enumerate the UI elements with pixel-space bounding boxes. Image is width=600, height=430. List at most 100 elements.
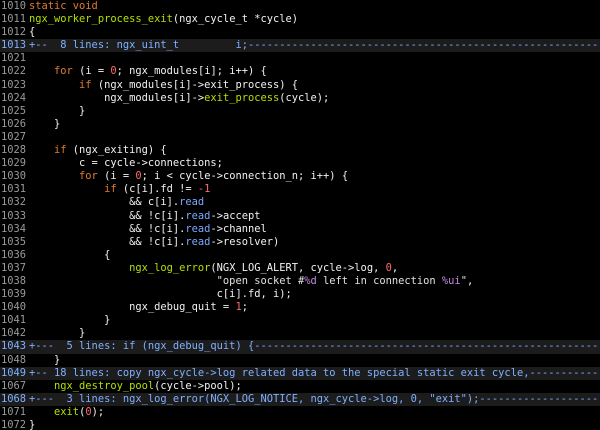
code-token: if (79, 78, 92, 91)
code-line[interactable]: 1025 } (0, 105, 600, 118)
line-number: 1021 (1, 52, 27, 65)
code-editor[interactable]: 1010 static void 1011 ngx_worker_process_ex… (0, 0, 600, 430)
code-text: { (26, 249, 110, 262)
code-line[interactable]: 1027 (0, 131, 600, 144)
line-number: 1011 (1, 13, 27, 26)
code-text: +-- 18 lines: copy ngx_cycle->log relate… (26, 367, 600, 380)
code-token: +--- 3 lines: ngx_log_error(NGX_LOG_NOTI… (29, 392, 600, 405)
line-number: 1042 (1, 327, 27, 340)
code-token: ngx_debug_quit = (29, 301, 236, 314)
folded-code-line[interactable]: 1043 +--- 5 lines: if (ngx_debug_quit) {-… (0, 340, 600, 354)
folded-code-line[interactable]: 1049 +-- 18 lines: copy ngx_cycle->log re… (0, 366, 600, 380)
code-text: ngx_modules[i]->exit_process(cycle); (26, 92, 329, 105)
code-line[interactable]: 1012{ (0, 26, 600, 39)
code-line[interactable]: 1010 static void (0, 0, 600, 13)
line-number: 1072 (1, 419, 27, 430)
code-line[interactable]: 1041 } (0, 314, 600, 327)
code-text: } (26, 327, 85, 340)
code-text: ngx_worker_process_exit(ngx_cycle_t *cyc… (26, 13, 298, 26)
code-line[interactable]: 1036 { (0, 249, 600, 262)
line-number: 1048 (1, 353, 27, 366)
code-line[interactable]: 1071 exit(0); (0, 406, 600, 419)
line-number: 1012 (1, 26, 27, 39)
folded-code-line[interactable]: 1068 +--- 3 lines: ngx_log_error(NGX_LOG_… (0, 392, 600, 406)
code-token: (i = (97, 170, 136, 183)
code-token: (ngx_modules[i]->exit_process) { (91, 78, 299, 91)
code-token: exit_process (204, 91, 280, 104)
code-token: ->accept (210, 209, 261, 222)
code-text: static void (26, 0, 98, 13)
code-token: , (391, 261, 399, 274)
code-token: ; ngx_modules[i]; i++) { (116, 65, 267, 78)
code-token: && !c[i]. (29, 235, 186, 248)
code-token: } (29, 353, 61, 366)
code-token: ->channel (210, 222, 267, 235)
code-token: && !c[i]. (29, 222, 186, 235)
code-token: && !c[i]. (29, 209, 186, 222)
code-line[interactable]: 1048 } (0, 354, 600, 367)
code-line[interactable]: 1035 && !c[i].read->resolver) (0, 236, 600, 249)
code-line[interactable]: 1030 for (i = 0; i < cycle->connection_n… (0, 170, 600, 183)
code-line[interactable]: 1028 if (ngx_exiting) { (0, 144, 600, 157)
code-line[interactable]: 1037 ngx_log_error(NGX_LOG_ALERT, cycle-… (0, 262, 600, 275)
code-line[interactable]: 1031 if (c[i].fd != -1 (0, 183, 600, 196)
code-text: for (i = 0; i < cycle->connection_n; i++… (26, 170, 348, 183)
code-text: && !c[i].read->resolver) (26, 236, 279, 249)
line-number: 1067 (1, 379, 27, 392)
code-line[interactable]: 1032 && c[i].read (0, 196, 600, 209)
folded-code-line[interactable]: 1013 +-- 8 lines: ngx_uint_t i;----------… (0, 39, 600, 53)
line-number: 1071 (1, 405, 27, 418)
code-text: c = cycle->connections; (26, 157, 223, 170)
code-line[interactable]: 1042 } (0, 327, 600, 340)
code-line[interactable]: 1040 ngx_debug_quit = 1; (0, 301, 600, 314)
code-text: if (c[i].fd != -1 (26, 183, 210, 196)
code-text: && !c[i].read->accept (26, 210, 260, 223)
code-line[interactable]: 1038 "open socket #%d left in connection… (0, 275, 600, 288)
code-line[interactable]: 1029 c = cycle->connections; (0, 157, 600, 170)
line-number: 1024 (1, 91, 27, 104)
code-line[interactable]: 1072} (0, 419, 600, 430)
line-number: 1032 (1, 196, 27, 209)
code-text: ngx_log_error(NGX_LOG_ALERT, cycle->log,… (26, 262, 398, 275)
code-token: { (29, 248, 111, 261)
line-number: 1036 (1, 248, 27, 261)
code-token: { (29, 26, 36, 39)
code-token: (cycle->pool); (154, 379, 242, 392)
code-token: for (79, 170, 98, 183)
code-text: +--- 5 lines: if (ngx_debug_quit) {-----… (26, 340, 600, 353)
code-token: %ui (441, 274, 461, 287)
code-line[interactable]: 1022 for (i = 0; ngx_modules[i]; i++) { (0, 65, 600, 78)
line-number: 1039 (1, 288, 27, 301)
line-number: 1035 (1, 235, 27, 248)
code-line[interactable]: 1034 && !c[i].read->channel (0, 223, 600, 236)
code-token: } (29, 314, 111, 327)
line-number: 1037 (1, 261, 27, 274)
code-line[interactable]: 1023 if (ngx_modules[i]->exit_process) { (0, 79, 600, 92)
code-token: read (185, 222, 211, 235)
code-line[interactable]: 1026 } (0, 118, 600, 131)
line-number: 1049 (1, 366, 27, 379)
code-token: (ngx_cycle_t *cycle) (172, 13, 299, 26)
code-text: +--- 3 lines: ngx_log_error(NGX_LOG_NOTI… (26, 393, 600, 406)
line-number: 1026 (1, 117, 27, 130)
code-token: (i = (72, 65, 111, 78)
code-token: c = cycle->connections; (29, 157, 223, 170)
code-token: read (179, 196, 205, 209)
code-text: } (26, 105, 85, 118)
code-line[interactable]: 1067 ngx_destroy_pool(cycle->pool); (0, 380, 600, 393)
code-line[interactable]: 1011 ngx_worker_process_exit(ngx_cycle_t … (0, 13, 600, 26)
code-line[interactable]: 1033 && !c[i].read->accept (0, 210, 600, 223)
code-token: left in connection (316, 274, 442, 287)
code-token: (NGX_LOG_ALERT, cycle->log, (210, 261, 386, 274)
code-line[interactable]: 1021 (0, 52, 600, 65)
code-line[interactable]: 1024 ngx_modules[i]->exit_process(cycle)… (0, 92, 600, 105)
code-token: for (54, 65, 73, 78)
code-line[interactable]: 1039 c[i].fd, i); (0, 288, 600, 301)
code-token: ngx_destroy_pool (54, 379, 155, 392)
